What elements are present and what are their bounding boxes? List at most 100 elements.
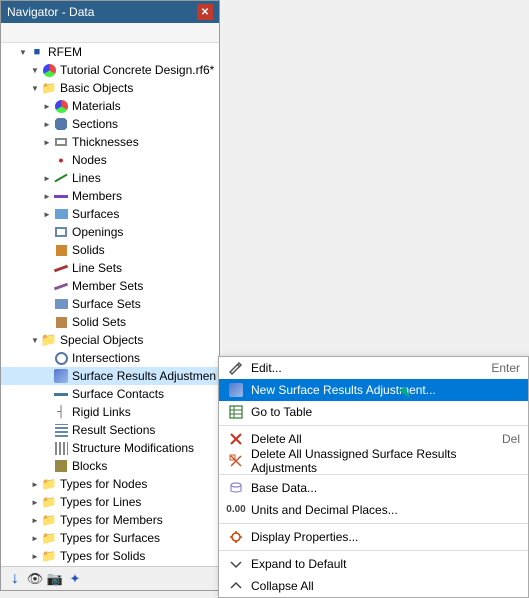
expander-lines[interactable] xyxy=(41,172,53,184)
tree-thicknesses[interactable]: Thicknesses xyxy=(1,133,219,151)
surfsets-label: Surface Sets xyxy=(72,297,141,311)
ctx-expand[interactable]: Expand to Default xyxy=(219,553,528,575)
tree-membersets[interactable]: Member Sets xyxy=(1,277,219,295)
expander-types-lines[interactable] xyxy=(29,496,41,508)
ctx-edit-label: Edit... xyxy=(251,361,471,375)
expander-materials[interactable] xyxy=(41,100,53,112)
display-props-icon xyxy=(227,528,245,546)
project-icon xyxy=(41,62,57,78)
tree-surface-results-adj[interactable]: Surface Results Adjustmen xyxy=(1,367,219,385)
cursor-icon[interactable]: ✦ xyxy=(65,569,85,589)
membersets-label: Member Sets xyxy=(72,279,143,293)
separator-3 xyxy=(219,523,528,524)
types-lines-label: Types for Lines xyxy=(60,495,141,509)
separator-1 xyxy=(219,425,528,426)
tree-struct-mod[interactable]: Structure Modifications xyxy=(1,439,219,457)
tree-basic-objects[interactable]: 📁 Basic Objects xyxy=(1,79,219,97)
ctx-display-props[interactable]: Display Properties... xyxy=(219,526,528,548)
tree-types-lines[interactable]: 📁 Types for Lines xyxy=(1,493,219,511)
types-nodes-label: Types for Nodes xyxy=(60,477,147,491)
types-solids-label: Types for Solids xyxy=(60,549,145,563)
tree-types-members[interactable]: 📁 Types for Members xyxy=(1,511,219,529)
special-folder-icon: 📁 xyxy=(41,332,57,348)
expander-thick[interactable] xyxy=(41,136,53,148)
tree-solids[interactable]: Solids xyxy=(1,241,219,259)
rfem-icon: ■ xyxy=(29,44,45,60)
expander-surfaces[interactable] xyxy=(41,208,53,220)
tree-blocks[interactable]: Blocks xyxy=(1,457,219,475)
tree-types-special[interactable]: 📁 Types for Special Objects xyxy=(1,565,219,566)
camera-icon[interactable]: 📷 xyxy=(45,569,65,589)
tree-types-nodes[interactable]: 📁 Types for Nodes xyxy=(1,475,219,493)
tree-special-objects[interactable]: 📁 Special Objects xyxy=(1,331,219,349)
rigid-label: Rigid Links xyxy=(72,405,131,419)
tree-intersections[interactable]: Intersections xyxy=(1,349,219,367)
special-objects-label: Special Objects xyxy=(60,333,143,347)
membersets-icon xyxy=(53,278,69,294)
close-button[interactable]: ✕ xyxy=(197,4,213,20)
tree-root[interactable]: ■ RFEM xyxy=(1,43,219,61)
arrow-down-icon[interactable]: ↓ xyxy=(5,569,25,589)
blocks-label: Blocks xyxy=(72,459,107,473)
ctx-collapse[interactable]: Collapse All xyxy=(219,575,528,597)
expander-types-members[interactable] xyxy=(29,514,41,526)
tree-openings[interactable]: Openings xyxy=(1,223,219,241)
tree-types-surfaces[interactable]: 📁 Types for Surfaces xyxy=(1,529,219,547)
expand-icon xyxy=(227,555,245,573)
types-surfaces-icon: 📁 xyxy=(41,530,57,546)
window-title: Navigator - Data xyxy=(7,5,94,19)
expander-project[interactable] xyxy=(29,64,41,76)
project-label: Tutorial Concrete Design.rf6* xyxy=(60,63,214,77)
expander-special[interactable] xyxy=(29,334,41,346)
tree-surface-contacts[interactable]: Surface Contacts xyxy=(1,385,219,403)
tree-members[interactable]: Members xyxy=(1,187,219,205)
tree-nodes[interactable]: • Nodes xyxy=(1,151,219,169)
openings-icon xyxy=(53,224,69,240)
blocks-icon xyxy=(53,458,69,474)
struct-mod-label: Structure Modifications xyxy=(72,441,194,455)
tree-surfaces[interactable]: Surfaces xyxy=(1,205,219,223)
expander-basic[interactable] xyxy=(29,82,41,94)
tree-area[interactable]: ■ RFEM Tutorial Concrete Design.rf6* 📁 B… xyxy=(1,43,219,566)
intersections-label: Intersections xyxy=(72,351,140,365)
expander-types-nodes[interactable] xyxy=(29,478,41,490)
ctx-delete-all-shortcut: Del xyxy=(502,432,520,446)
surfaces-label: Surfaces xyxy=(72,207,119,221)
tree-surfsets[interactable]: Surface Sets xyxy=(1,295,219,313)
ctx-new-surface[interactable]: New Surface Results Adjustment... xyxy=(219,379,528,401)
solidsets-label: Solid Sets xyxy=(72,315,126,329)
edit-icon xyxy=(227,359,245,377)
tree-lines[interactable]: Lines xyxy=(1,169,219,187)
expander-members[interactable] xyxy=(41,190,53,202)
tree-types-solids[interactable]: 📁 Types for Solids xyxy=(1,547,219,565)
expander-types-solids[interactable] xyxy=(29,550,41,562)
expander-types-surfaces[interactable] xyxy=(29,532,41,544)
nodes-icon: • xyxy=(53,152,69,168)
types-members-label: Types for Members xyxy=(60,513,163,527)
openings-label: Openings xyxy=(72,225,123,239)
expander-sections[interactable] xyxy=(41,118,53,130)
tree-rigid-links[interactable]: ┤ Rigid Links xyxy=(1,403,219,421)
tree-result-sections[interactable]: Result Sections xyxy=(1,421,219,439)
ctx-edit[interactable]: Edit... Enter xyxy=(219,357,528,379)
tree-solidsets[interactable]: Solid Sets xyxy=(1,313,219,331)
result-sections-icon xyxy=(53,422,69,438)
ctx-base-data-label: Base Data... xyxy=(251,481,520,495)
ctx-units-label: Units and Decimal Places... xyxy=(251,503,520,517)
tree-linesets[interactable]: Line Sets xyxy=(1,259,219,277)
tree-sections[interactable]: Sections xyxy=(1,115,219,133)
toolbar xyxy=(1,23,219,43)
table-icon xyxy=(227,403,245,421)
ctx-goto-table[interactable]: Go to Table xyxy=(219,401,528,423)
types-surfaces-label: Types for Surfaces xyxy=(60,531,160,545)
tree-project[interactable]: Tutorial Concrete Design.rf6* xyxy=(1,61,219,79)
result-sections-label: Result Sections xyxy=(72,423,155,437)
ctx-units[interactable]: 0.00 Units and Decimal Places... xyxy=(219,499,528,521)
ctx-delete-unassigned[interactable]: Delete All Unassigned Surface Results Ad… xyxy=(219,450,528,472)
tree-materials[interactable]: Materials xyxy=(1,97,219,115)
thicknesses-label: Thicknesses xyxy=(72,135,139,149)
eye-icon[interactable]: 👁 xyxy=(25,569,45,589)
expander-root[interactable] xyxy=(17,46,29,58)
ctx-base-data[interactable]: Base Data... xyxy=(219,477,528,499)
new-surface-icon xyxy=(227,381,245,399)
